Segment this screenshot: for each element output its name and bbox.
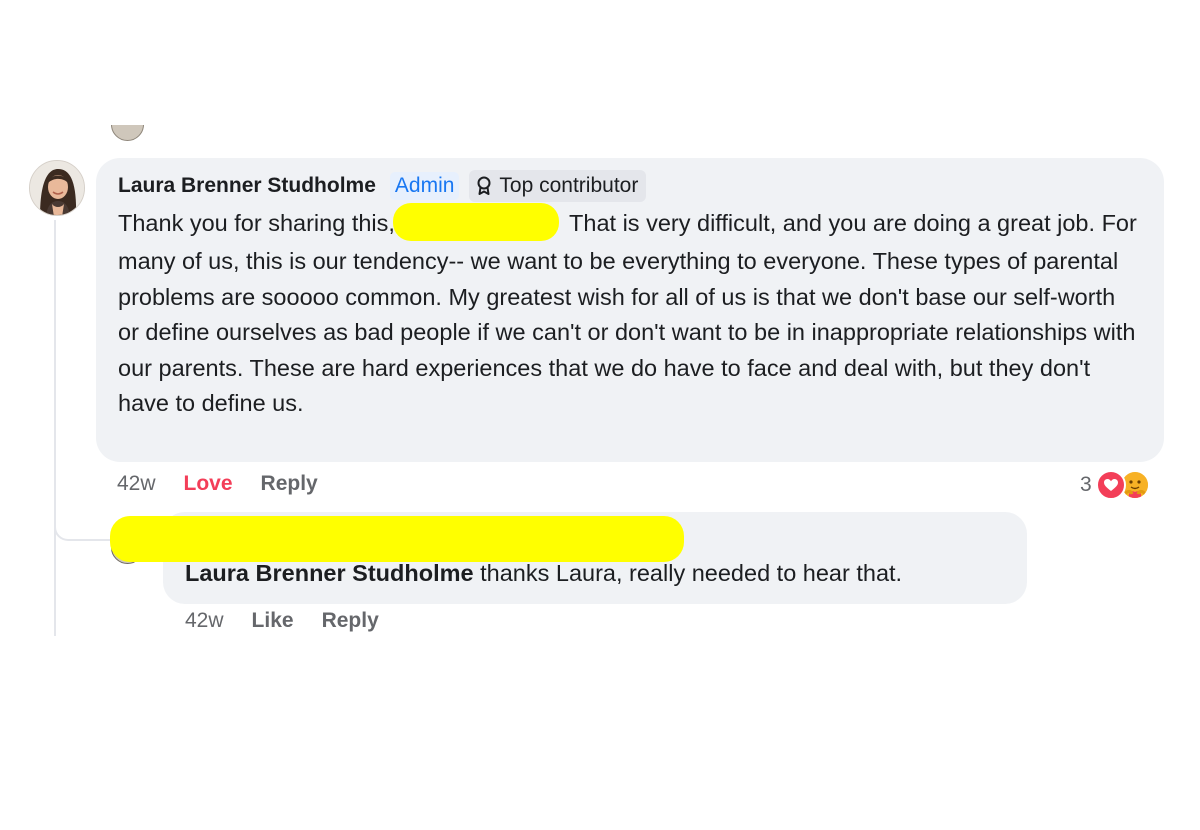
comment-bubble: Laura Brenner Studholme Admin Top contri… [96,158,1164,462]
comment-text-rest: That is very difficult, and you are doin… [118,210,1144,416]
top-contributor-label: Top contributor [499,174,639,197]
reply-actions: 42w Like Reply [185,609,379,633]
love-reaction-button[interactable]: Love [184,472,233,496]
comment-timestamp[interactable]: 42w [117,472,156,496]
admin-badge[interactable]: Admin [389,172,460,200]
reaction-icons [1095,470,1150,500]
redacted-name [392,203,559,241]
top-contributor-badge[interactable]: Top contributor [469,170,647,202]
reply-timestamp[interactable]: 42w [185,609,224,633]
avatar[interactable] [29,160,85,216]
thread-line [54,220,56,636]
comment-author[interactable]: Laura Brenner Studholme [118,174,376,198]
reply-text: thanks Laura, really needed to hear that… [473,560,903,586]
comment-text-start: Thank you for sharing this, [118,210,395,237]
heart-icon [1095,470,1126,500]
reply-reply-button[interactable]: Reply [322,609,379,633]
avatar-photo-icon [30,161,84,215]
thread-connector [54,505,114,541]
previous-avatar-peek [111,125,144,141]
reply-button[interactable]: Reply [261,472,318,496]
reaction-summary[interactable]: 3 [1080,470,1150,500]
like-button[interactable]: Like [252,609,294,633]
reply-body: Laura Brenner Studholme thanks Laura, re… [185,558,1005,588]
reply-mention[interactable]: Laura Brenner Studholme [185,560,474,586]
redacted-reply-author [110,516,684,562]
comment-thread: Laura Brenner Studholme Admin Top contri… [0,0,1200,830]
award-icon [477,176,491,195]
comment-actions: 42w Love Reply [117,472,318,496]
comment-header: Laura Brenner Studholme Admin Top contri… [118,170,1142,202]
reaction-count: 3 [1080,473,1092,496]
comment-body: Thank you for sharing this, That is very… [118,203,1144,422]
